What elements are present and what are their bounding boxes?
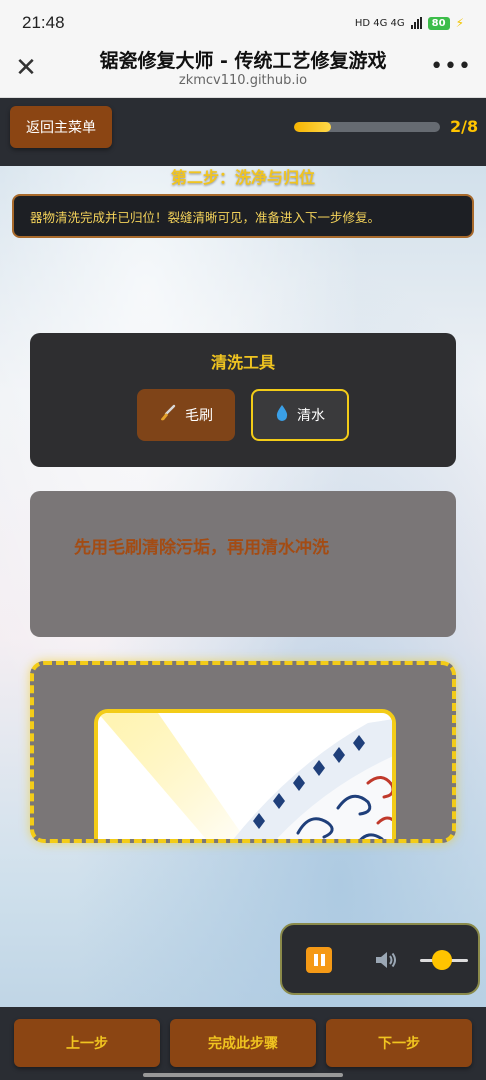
status-message: 器物清洗完成并已归位！裂缝清晰可见，准备进入下一步修复。 [12, 194, 474, 238]
volume-slider-knob[interactable] [432, 950, 452, 970]
step-title: 第二步：洗净与归位 [170, 168, 315, 187]
more-icon[interactable]: ••• [430, 54, 472, 79]
water-label: 清水 [297, 408, 325, 424]
page-url: zkmcv110.github.io [178, 73, 308, 88]
restoration-work-area[interactable] [30, 661, 456, 843]
game-top-bar: 返回主菜单 2/8 [0, 98, 486, 166]
page-title: 锯瓷修复大师 - 传统工艺修复游戏 [99, 50, 387, 72]
game-area: 返回主菜单 2/8 第二步：洗净与归位 器物清洗完成并已归位！裂缝清晰可见，准备… [0, 98, 486, 1080]
progress-fill [294, 122, 331, 132]
battery-icon: 80 [427, 16, 450, 30]
charging-icon: ⚡ [455, 16, 464, 30]
previous-step-button[interactable]: 上一步 [14, 1019, 160, 1067]
progress-bar [294, 122, 440, 132]
home-indicator [143, 1073, 343, 1077]
status-bar: 21:48 HD 4G 4G 80 ⚡ [0, 0, 486, 46]
water-tool-button[interactable]: 清水 [251, 389, 349, 441]
pause-icon[interactable] [306, 947, 332, 973]
porcelain-bowl-illustration [98, 713, 392, 839]
speaker-icon[interactable] [372, 947, 398, 973]
audio-controls [280, 923, 480, 995]
complete-step-button[interactable]: 完成此步骤 [170, 1019, 316, 1067]
cleaning-tools-panel: 清洗工具 毛刷 清水 [30, 333, 456, 467]
signal-icon [410, 17, 422, 29]
brush-tool-button[interactable]: 毛刷 [137, 389, 235, 441]
tools-title: 清洗工具 [210, 353, 275, 372]
close-icon[interactable]: ✕ [12, 54, 40, 82]
back-to-menu-button[interactable]: 返回主菜单 [10, 106, 112, 148]
brush-icon [159, 404, 177, 426]
water-drop-icon [275, 404, 289, 426]
porcelain-vessel-image[interactable] [94, 709, 396, 839]
network-label: HD 4G 4G [354, 17, 405, 29]
browser-header: ✕ 锯瓷修复大师 - 传统工艺修复游戏 zkmcv110.github.io •… [0, 46, 486, 98]
system-icons: HD 4G 4G 80 ⚡ [355, 16, 464, 30]
instruction-text: 先用毛刷清除污垢，再用清水冲洗 [74, 538, 329, 558]
brush-label: 毛刷 [185, 408, 213, 424]
next-step-button[interactable]: 下一步 [326, 1019, 472, 1067]
progress-text: 2/8 [450, 117, 479, 136]
status-time: 21:48 [22, 13, 65, 32]
instruction-panel: 先用毛刷清除污垢，再用清水冲洗 [30, 491, 456, 637]
bottom-nav-bar: 上一步 完成此步骤 下一步 [0, 1007, 486, 1080]
